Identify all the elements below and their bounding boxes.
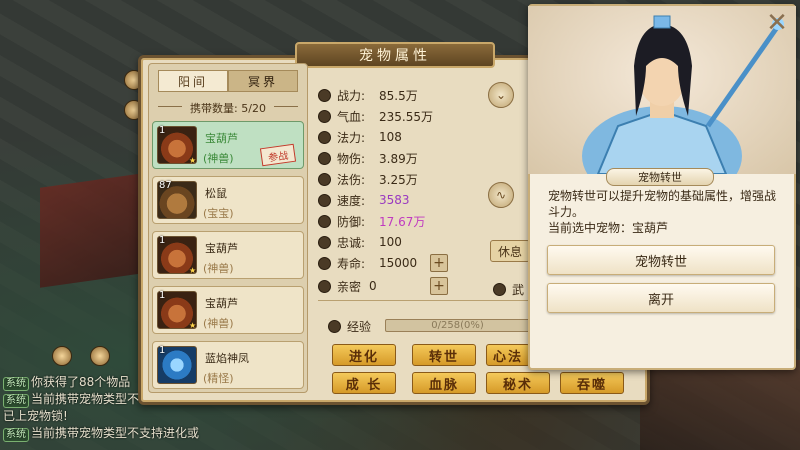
bloodline-button[interactable]: 血脉 <box>412 372 476 394</box>
shield-icon <box>318 214 331 228</box>
pulse-icon[interactable]: ∿ <box>488 182 514 208</box>
lamp-icon[interactable] <box>90 346 110 366</box>
npc-portrait <box>528 6 796 174</box>
reincarnate-pet-button[interactable]: 宠物转世 <box>547 245 775 275</box>
pet-name: 宝葫芦 <box>205 132 238 145</box>
mana-icon <box>318 130 331 144</box>
chevron-down-icon[interactable]: ⌄ <box>488 82 514 108</box>
coin-icon[interactable] <box>52 346 72 366</box>
pet-level: 1 <box>159 125 166 136</box>
pet-level: 1 <box>159 235 166 246</box>
chat-line: 已上宠物锁! <box>3 409 68 423</box>
carry-count: 携带数量: 5/20 <box>190 102 266 115</box>
pet-level: 1 <box>159 290 166 301</box>
divider <box>274 106 298 107</box>
stat-speed: 速度: 3583 <box>318 192 410 208</box>
leave-button[interactable]: 离开 <box>547 283 775 313</box>
pet-level: 87 <box>159 180 172 191</box>
pet-list-item[interactable]: 1 ★ 宝葫芦 (神兽) <box>152 231 304 279</box>
in-battle-stamp: 参战 <box>259 143 297 167</box>
sword-icon <box>318 151 331 165</box>
close-icon[interactable]: ✕ <box>764 10 790 36</box>
stat-magic-damage: 法伤: 3.25万 <box>318 171 418 187</box>
martial-label: 武 <box>493 281 524 298</box>
stat-defense: 防御: 17.67万 <box>318 213 425 229</box>
stat-physical-damage: 物伤: 3.89万 <box>318 150 418 166</box>
stat-hp: 气血: 235.55万 <box>318 108 433 124</box>
dialog-description: 宠物转世可以提升宠物的基础属性，增强战斗力。 当前选中宠物：宝葫芦 <box>548 189 777 235</box>
building-roof <box>640 360 800 450</box>
speed-icon <box>318 193 331 207</box>
lifespan-icon <box>318 256 331 270</box>
pet-name: 宝葫芦 <box>205 297 238 310</box>
add-intimacy-button[interactable]: + <box>430 277 448 295</box>
pet-type: (神兽) <box>203 262 234 275</box>
tab-yang[interactable]: 阳间 <box>158 70 228 92</box>
star-badge: ★ <box>189 156 197 165</box>
evolve-button[interactable]: 进化 <box>332 344 396 366</box>
experience-row: 经验 <box>328 318 371 335</box>
pet-type: (宝宝) <box>203 207 234 220</box>
pet-list-item[interactable]: 1 ★ 宝葫芦 (神兽) <box>152 286 304 334</box>
hp-icon <box>318 109 331 123</box>
reincarnate-button[interactable]: 转世 <box>412 344 476 366</box>
panel-title-text: 宠物属性 <box>359 48 431 64</box>
npc-name-plate: 宠物转世 <box>606 168 714 186</box>
stat-intimacy: 亲密 0 <box>318 278 377 294</box>
magic-icon <box>318 172 331 186</box>
chat-line: 系统 当前携带宠物类型不支持进化或 <box>3 425 223 442</box>
combat-icon <box>318 88 331 102</box>
chat-log[interactable]: 系统 你获得了88个物品 系统 当前携带宠物类型不 已上宠物锁! 系统 当前携带宠物类… <box>3 374 223 442</box>
pet-name: 松鼠 <box>205 187 227 200</box>
building-roof <box>40 172 150 288</box>
secret-art-button[interactable]: 秘术 <box>486 372 550 394</box>
pet-level: 1 <box>159 345 166 356</box>
divider <box>318 300 528 301</box>
system-tag: 系统 <box>3 428 29 442</box>
stat-combat-power: 战力: 85.5万 <box>318 87 418 103</box>
panel-title: 宠物属性 <box>295 42 495 68</box>
martial-icon <box>493 283 506 296</box>
intimacy-icon <box>318 279 331 293</box>
add-lifespan-button[interactable]: + <box>430 254 448 272</box>
experience-icon <box>328 320 341 333</box>
loyalty-icon <box>318 235 331 249</box>
chat-line: 系统 当前携带宠物类型不 <box>3 391 223 408</box>
pet-name: 蓝焰神凤 <box>205 352 249 365</box>
pet-list-item[interactable]: 87 松鼠 (宝宝) <box>152 176 304 224</box>
pet-type: (神兽) <box>203 152 234 165</box>
pet-type: (神兽) <box>203 317 234 330</box>
chat-line: 系统 你获得了88个物品 <box>3 374 223 391</box>
npc-character-art <box>582 15 784 174</box>
stat-loyalty: 忠诚: 100 <box>318 234 402 250</box>
mind-method-button[interactable]: 心法 <box>486 344 530 366</box>
devour-button[interactable]: 吞噬 <box>560 372 624 394</box>
stat-lifespan: 寿命: 15000 <box>318 255 417 271</box>
experience-bar: 0/258(0%) <box>385 319 530 332</box>
stat-mana: 法力: 108 <box>318 129 402 145</box>
star-badge: ★ <box>189 321 197 330</box>
pet-list-item[interactable]: 1 ★ 宝葫芦 (神兽) 参战 <box>152 121 304 169</box>
system-tag: 系统 <box>3 377 29 391</box>
tab-underworld[interactable]: 冥界 <box>228 70 298 92</box>
star-badge: ★ <box>189 266 197 275</box>
growth-button[interactable]: 成 长 <box>332 372 396 394</box>
system-tag: 系统 <box>3 394 29 408</box>
pet-name: 宝葫芦 <box>205 242 238 255</box>
rest-button[interactable]: 休息 <box>490 240 530 262</box>
realm-tabs: 阳间 冥界 <box>158 70 298 92</box>
